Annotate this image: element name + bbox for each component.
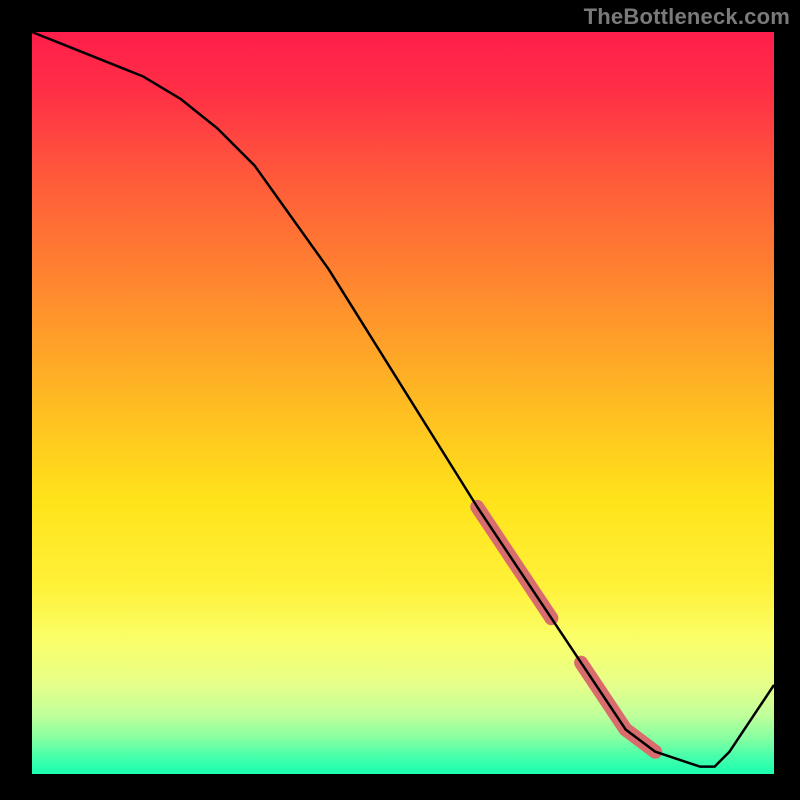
- chart-stage: TheBottleneck.com: [0, 0, 800, 800]
- plot-area: [32, 32, 774, 774]
- chart-svg: [0, 0, 800, 800]
- watermark-text: TheBottleneck.com: [584, 4, 790, 30]
